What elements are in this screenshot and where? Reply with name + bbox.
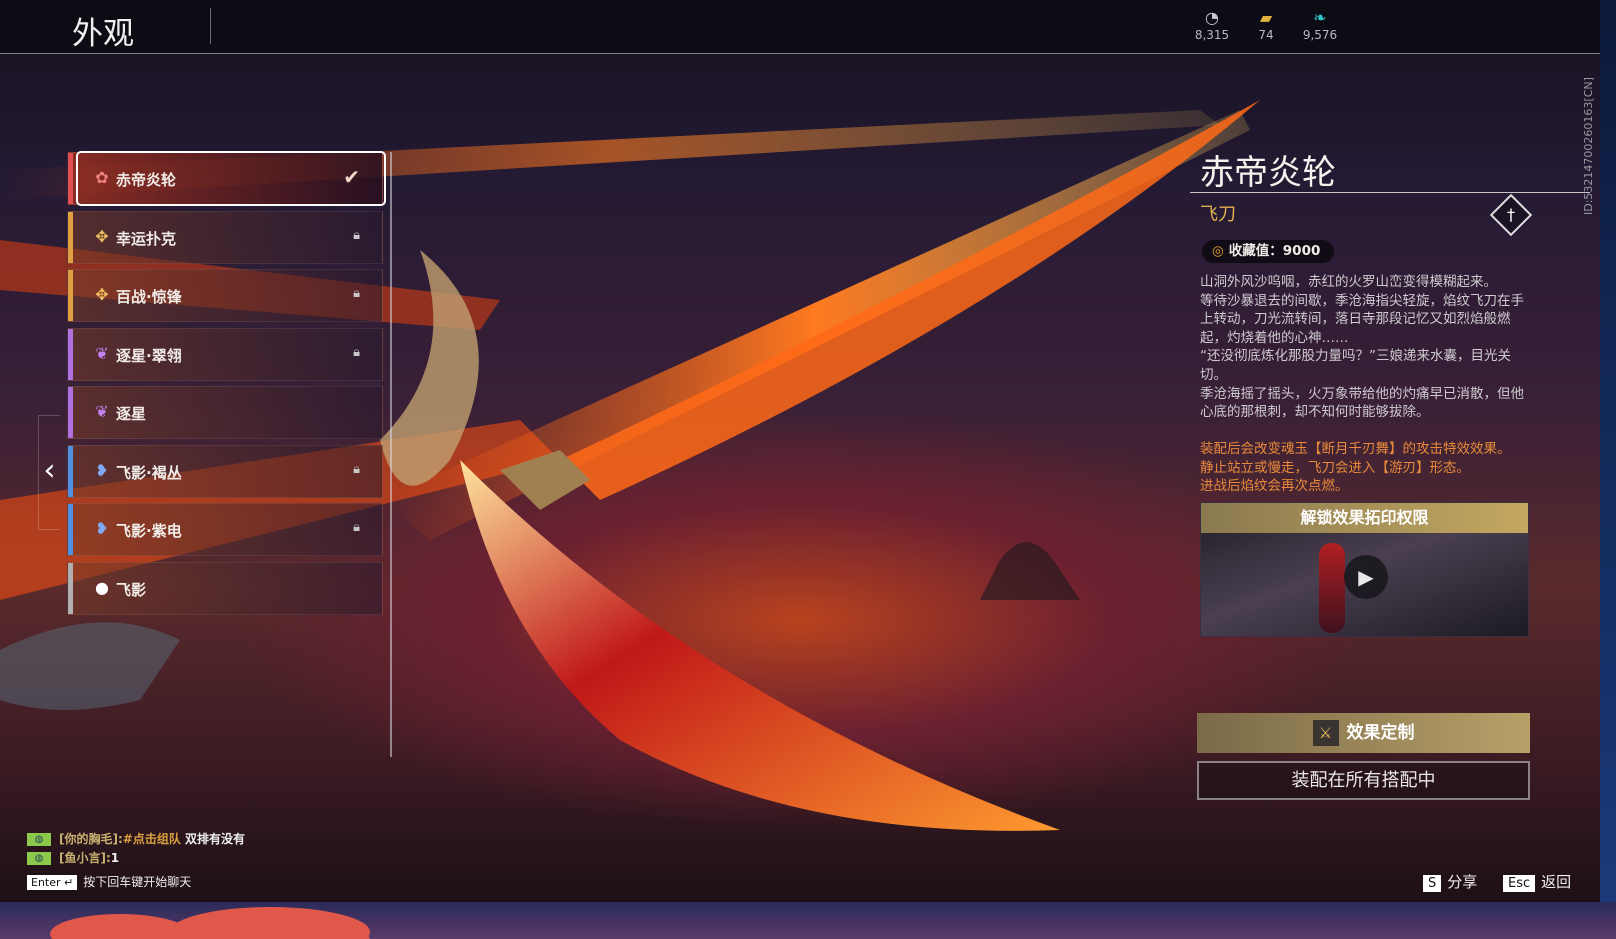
currency-coin[interactable]: ◔ 8,315 xyxy=(1182,8,1242,42)
cloud xyxy=(50,914,190,939)
skin-item[interactable]: ❥ 飞影·紫电 🔒︎ xyxy=(67,503,383,556)
currency-value: 74 xyxy=(1258,28,1274,42)
equip-all-button[interactable]: 装配在所有搭配中 xyxy=(1197,761,1530,800)
skin-item-label: 逐星 xyxy=(116,405,147,423)
shortcut-label: 分享 xyxy=(1447,873,1478,891)
rarity-bar xyxy=(68,270,73,321)
desktop-edge xyxy=(1600,0,1616,902)
button-label: 效果定制 xyxy=(1346,723,1415,743)
skin-item[interactable]: ● 飞影 xyxy=(67,561,383,615)
chat-team-link[interactable]: #点击组队 xyxy=(123,832,181,846)
lock-icon: 🔒︎ xyxy=(353,344,360,360)
currency-feather[interactable]: ❧ 9,576 xyxy=(1290,8,1350,42)
desktop-edge-bottom xyxy=(0,902,1616,939)
player-id: ID:5321470026​0163[CN] xyxy=(1582,77,1595,215)
gold-bar-icon: ▰ xyxy=(1259,8,1273,27)
rarity-bar xyxy=(68,504,73,555)
butterfly-icon: ❥ xyxy=(95,460,109,480)
play-icon[interactable]: ▶ xyxy=(1344,555,1388,599)
collection-value: 收藏值：9000 xyxy=(1228,243,1321,259)
key-cap: S xyxy=(1423,875,1442,892)
chat-message: ◍ [鱼小言]:1 xyxy=(27,849,119,866)
check-icon: ✔ xyxy=(343,165,360,189)
currency-gold[interactable]: ▰ 74 xyxy=(1236,8,1296,42)
chat-text: 1 xyxy=(110,851,120,865)
skin-list: ✿ 赤帝炎轮 ✔ ✥ 幸运扑克 🔒︎ ✥ 百战·惊锋 🔒︎ ❦ 逐星·翠翎 🔒︎ ❦ 逐星 ❥ 飞影·褐丛 🔒︎… xyxy=(67,151,386,620)
effect-preview-video[interactable]: 解锁效果拓印权限 ▶ xyxy=(1200,502,1529,637)
skin-item[interactable]: ❦ 逐星·翠翎 🔒︎ xyxy=(67,327,383,381)
skin-item-label: 百战·惊锋 xyxy=(116,288,182,306)
share-shortcut[interactable]: S 分享 xyxy=(1423,871,1477,892)
enter-key: Enter ↵ xyxy=(27,875,78,890)
skin-item[interactable]: ✥ 幸运扑克 🔒︎ xyxy=(67,210,383,264)
skin-item-label: 飞影·褐丛 xyxy=(116,463,182,482)
collapse-list-button[interactable]: ‹ xyxy=(38,415,60,530)
chat-sender[interactable]: [你的胸毛]: xyxy=(59,832,123,846)
collection-badge: ◎ 收藏值：9000 xyxy=(1202,240,1335,263)
title-divider xyxy=(1190,192,1590,193)
rarity-bar xyxy=(68,562,73,614)
currency-value: 9,576 xyxy=(1302,28,1338,42)
chevron-left-icon: ‹ xyxy=(43,453,56,488)
chat-hint-text: 按下回车键开始聊天 xyxy=(83,875,192,889)
skin-description: 山洞外风沙呜咽，赤红的火罗山峦变得模糊起来。 等待沙暴退去的间歇，季沧海指尖轻旋… xyxy=(1200,274,1524,421)
sword-icon: ⚔ xyxy=(1312,720,1339,746)
shortcut-label: 返回 xyxy=(1541,873,1572,891)
clover-icon: ✥ xyxy=(95,285,109,304)
flower-icon: ✿ xyxy=(95,168,109,187)
weapon-type: 飞刀 xyxy=(1200,204,1236,225)
list-scrollbar[interactable] xyxy=(390,152,392,757)
game-viewport: 外观 ◔ 8,315 ▰ 74 ❧ 9,576 ‹ ✿ 赤帝炎轮 ✔ ✥ 幸运扑克 🔒︎ ✥ 百战·… xyxy=(0,0,1600,902)
coin-icon: ◔ xyxy=(1205,8,1219,27)
lock-icon: 🔒︎ xyxy=(353,461,360,477)
video-title: 解锁效果拓印权限 xyxy=(1201,503,1528,533)
rarity-bar xyxy=(68,211,73,263)
skin-item-label: 飞影·紫电 xyxy=(116,522,182,540)
lock-icon: 🔒︎ xyxy=(353,520,360,535)
feather-icon: ❧ xyxy=(1313,8,1327,27)
trefoil-icon: ❦ xyxy=(95,402,109,421)
globe-icon: ◍ xyxy=(27,852,51,865)
page-title: 外观 xyxy=(72,16,134,52)
skin-item[interactable]: ✥ 百战·惊锋 🔒︎ xyxy=(67,269,383,322)
title-divider xyxy=(210,8,211,44)
butterfly-icon: ❥ xyxy=(95,519,109,538)
rarity-bar xyxy=(68,328,73,380)
skin-item-label: 飞影 xyxy=(116,580,147,599)
globe-icon: ◍ xyxy=(27,833,51,846)
chat-text: 双排有没有 xyxy=(180,832,246,846)
trefoil-icon: ❦ xyxy=(95,343,109,363)
skin-item-label: 逐星·翠翎 xyxy=(116,346,182,365)
clover-icon: ✥ xyxy=(95,226,109,246)
chat-message: ◍ [你的胸毛]:#点击组队 双排有没有 xyxy=(27,830,245,847)
customize-effect-button[interactable]: ⚔ 效果定制 xyxy=(1197,713,1530,753)
rarity-bar xyxy=(68,445,73,497)
sword-icon: † xyxy=(1507,205,1515,224)
chat-sender[interactable]: [鱼小言]: xyxy=(59,851,111,865)
skin-item[interactable]: ❦ 逐星 xyxy=(67,386,383,439)
skin-name: 赤帝炎轮 xyxy=(1200,153,1336,193)
currency-value: 8,315 xyxy=(1194,28,1230,42)
skin-effect: 装配后会改变魂玉【断月千刃舞】的攻击特效效果。 静止站立或慢走，飞刀会进入【游刃… xyxy=(1200,441,1511,495)
skin-item-label: 赤帝炎轮 xyxy=(116,171,177,189)
lock-icon: 🔒︎ xyxy=(353,286,360,301)
chat-input-hint[interactable]: Enter ↵ 按下回车键开始聊天 xyxy=(27,873,191,890)
lock-icon: 🔒︎ xyxy=(353,227,360,243)
back-shortcut[interactable]: Esc 返回 xyxy=(1503,871,1571,892)
character-figure xyxy=(1319,543,1345,633)
drop-icon: ● xyxy=(95,577,109,597)
video-thumbnail: ▶ xyxy=(1201,533,1528,636)
skin-item-label: 幸运扑克 xyxy=(116,229,177,248)
rarity-bar xyxy=(68,153,73,204)
top-bar: 外观 ◔ 8,315 ▰ 74 ❧ 9,576 xyxy=(0,0,1600,54)
rarity-bar xyxy=(68,387,73,438)
key-cap: Esc xyxy=(1503,875,1536,892)
skin-item[interactable]: ❥ 飞影·褐丛 🔒︎ xyxy=(67,444,383,498)
collection-icon: ◎ xyxy=(1212,243,1224,259)
skin-item[interactable]: ✿ 赤帝炎轮 ✔ xyxy=(67,151,386,206)
